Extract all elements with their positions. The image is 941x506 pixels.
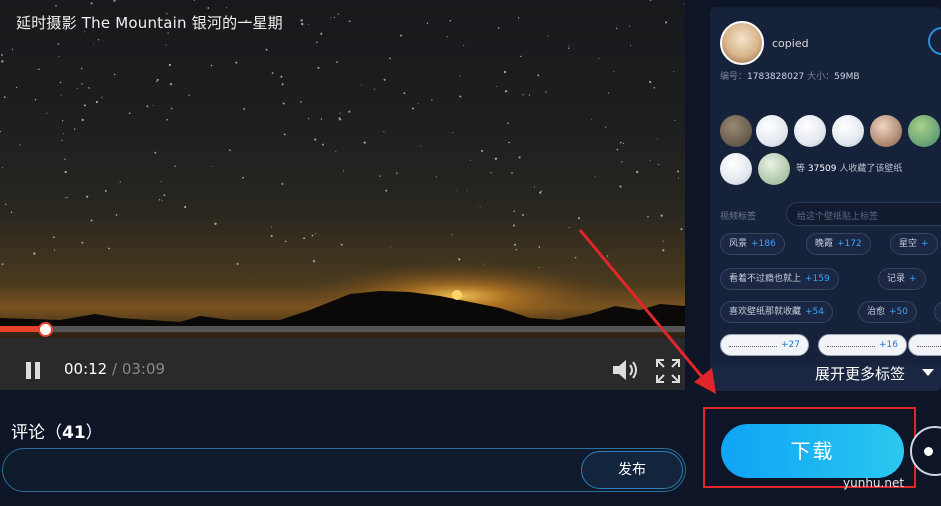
download-button[interactable]: 下载 — [721, 424, 904, 478]
liker-avatar[interactable] — [908, 115, 940, 147]
tag-chip[interactable] — [908, 334, 941, 356]
comment-input[interactable] — [19, 459, 569, 483]
tag-chip[interactable] — [934, 301, 941, 323]
user-name[interactable]: copied — [772, 37, 809, 50]
liker-avatar[interactable] — [832, 115, 864, 147]
dot-icon — [924, 447, 933, 456]
tag-chip[interactable]: 晚霞 +172 — [806, 233, 871, 255]
liker-avatar[interactable] — [720, 115, 752, 147]
liker-avatar[interactable] — [794, 115, 826, 147]
liker-avatar[interactable] — [756, 115, 788, 147]
tag-chip[interactable]: +27 — [720, 334, 809, 356]
tag-chip[interactable]: +16 — [818, 334, 907, 356]
wallpaper-info-panel: copied 编号：1783828027 大小：59MB 等 37509 人收藏… — [710, 7, 941, 391]
tag-chip[interactable]: 星空 + — [890, 233, 938, 255]
tag-chip[interactable]: 治愈 +50 — [858, 301, 918, 323]
expand-tags-label: 展开更多标签 — [815, 365, 906, 383]
comment-count: 41 — [62, 423, 86, 443]
user-meta: 编号：1783828027 大小：59MB — [720, 72, 860, 82]
publish-button[interactable]: 发布 — [581, 451, 683, 489]
liker-avatar[interactable] — [758, 153, 790, 185]
total-time: / 03:09 — [112, 360, 166, 378]
tag-chip[interactable]: 看着不过瘾也就上 +159 — [720, 268, 839, 290]
liker-avatar[interactable] — [870, 115, 902, 147]
avatar[interactable] — [720, 21, 764, 65]
video-title: 延时摄影 The Mountain 银河的一星期 — [16, 14, 283, 32]
watermark: yunhu.net — [843, 476, 905, 490]
liker-avatar[interactable] — [720, 153, 752, 185]
progress-handle[interactable] — [38, 322, 53, 337]
tags-label: 视频标签 — [720, 212, 757, 222]
pause-icon[interactable] — [24, 360, 44, 380]
chevron-down-icon — [922, 369, 934, 376]
tag-chip[interactable]: 喜欢壁纸那就收藏 +54 — [720, 301, 834, 323]
expand-tags-button[interactable]: 展开更多标签 — [710, 357, 941, 391]
pointer-arrow — [578, 229, 716, 394]
likes-count-text: 等 37509 人收藏了该壁纸 — [796, 164, 903, 174]
comment-box: 发布 — [2, 448, 686, 492]
comment-title: 评论（41） — [11, 423, 103, 443]
current-time: 00:12 — [64, 360, 108, 378]
tag-input[interactable]: 给这个壁纸贴上标签 — [786, 202, 941, 226]
follow-button[interactable] — [928, 27, 941, 55]
tag-chip[interactable]: 记录 + — [878, 268, 926, 290]
